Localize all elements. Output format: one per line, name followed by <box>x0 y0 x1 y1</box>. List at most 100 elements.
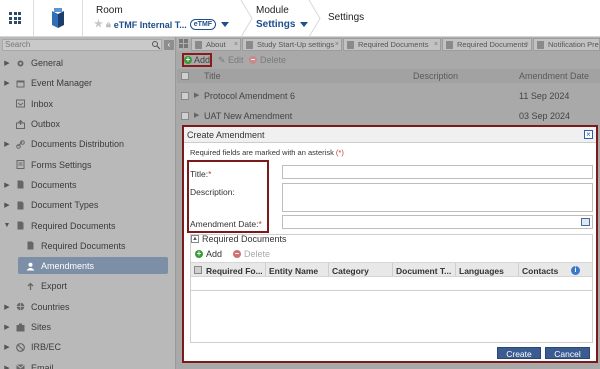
page-icon <box>446 41 453 49</box>
gear-icon <box>14 59 26 68</box>
close-icon[interactable]: × <box>584 130 593 139</box>
sidebar-item-required-documents-child[interactable]: Required Documents <box>0 236 175 256</box>
required-documents-grid-header: Required Fo... Entity Name Category Docu… <box>191 262 592 277</box>
expand-icon[interactable]: ▶ <box>194 91 199 99</box>
tabs-menu-icon[interactable] <box>179 39 189 49</box>
chevron-right-icon[interactable]: ▶ <box>0 303 14 311</box>
star-icon[interactable]: ★ <box>94 19 103 30</box>
search-input[interactable]: Search <box>2 39 162 51</box>
chevron-right-icon[interactable]: ▶ <box>0 59 14 67</box>
chevron-right-icon[interactable]: ▶ <box>0 79 14 87</box>
top-bar: Room ★ 🔒︎ eTMF Internal T... eTMF Module… <box>0 0 600 37</box>
dialog-title-bar: Create Amendment <box>184 127 596 143</box>
delete-required-document-button[interactable]: – Delete <box>233 249 270 259</box>
module-selector[interactable]: Settings <box>256 19 309 30</box>
column-separator <box>265 263 266 276</box>
sidebar-item-forms-settings[interactable]: Forms Settings <box>0 154 175 174</box>
sidebar-item-countries[interactable]: ▶ Countries <box>0 297 175 317</box>
chevron-right-icon[interactable]: ▶ <box>0 323 14 331</box>
select-all-checkbox[interactable] <box>194 266 202 274</box>
column-title[interactable]: Title <box>204 71 221 81</box>
create-button[interactable]: Create <box>497 347 541 359</box>
sidebar-item-required-documents[interactable]: ▼ Required Documents <box>0 215 175 235</box>
sidebar-item-email[interactable]: ▶ Email <box>0 357 175 369</box>
add-button[interactable]: + Add <box>182 53 212 67</box>
sidebar-item-amendments-child[interactable]: Amendments <box>0 256 175 276</box>
sidebar-item-export-child[interactable]: Export <box>0 276 175 296</box>
delete-button[interactable]: – Delete <box>249 55 286 65</box>
app-grid-icon[interactable] <box>9 12 21 24</box>
column-required-for[interactable]: Required Fo... <box>206 266 263 276</box>
calendar-icon[interactable] <box>581 218 590 226</box>
edit-button[interactable]: ✎ Edit <box>218 55 244 66</box>
tab-study-start-up-settings[interactable]: Study Start-Up settings × <box>242 38 342 51</box>
sidebar-item-label: Sites <box>31 322 52 332</box>
column-separator <box>328 263 329 276</box>
amendment-date-field[interactable] <box>282 215 593 229</box>
column-entity-name[interactable]: Entity Name <box>269 266 318 276</box>
search-icon[interactable] <box>151 40 161 50</box>
close-icon[interactable]: × <box>234 39 238 50</box>
column-description[interactable]: Description <box>413 71 458 81</box>
sidebar-item-irb-ec[interactable]: ▶ IRB/EC <box>0 337 175 357</box>
description-label: Description: <box>190 187 235 197</box>
column-languages[interactable]: Languages <box>459 266 504 276</box>
required-documents-section: ▲ Required Documents + Add – Delete Requ… <box>190 234 593 291</box>
column-category[interactable]: Category <box>332 266 369 276</box>
room-selector[interactable]: ★ 🔒︎ eTMF Internal T... eTMF <box>94 19 230 30</box>
table-row[interactable]: ▶ UAT New Amendment 03 Sep 2024 <box>177 106 600 126</box>
tab-required-documents-2[interactable]: Required Documents × <box>442 38 532 51</box>
sidebar-item-documents-distribution[interactable]: ▶ Documents Distribution <box>0 134 175 154</box>
description-field[interactable] <box>282 183 593 212</box>
column-separator <box>455 263 456 276</box>
chevron-right-icon[interactable]: ▶ <box>0 181 14 189</box>
title-field[interactable] <box>282 165 593 179</box>
tab-about[interactable]: About × <box>191 38 241 51</box>
collapse-icon[interactable]: ▲ <box>191 235 199 243</box>
close-icon[interactable]: × <box>434 39 438 50</box>
sidebar-item-outbox[interactable]: Outbox <box>0 114 175 134</box>
chevron-right-icon[interactable]: ▶ <box>0 201 14 209</box>
chevron-down-icon <box>221 22 230 27</box>
row-checkbox[interactable] <box>181 112 189 120</box>
tab-notification-preferences[interactable]: Notification Prefe <box>533 38 600 51</box>
sidebar-item-documents[interactable]: ▶ Documents <box>0 175 175 195</box>
sidebar-item-sites[interactable]: ▶ Sites <box>0 317 175 337</box>
sidebar-item-document-types[interactable]: ▶ Document Types <box>0 195 175 215</box>
column-separator <box>518 263 519 276</box>
sidebar-item-general[interactable]: ▶ General <box>0 53 175 73</box>
globe-icon <box>14 302 26 311</box>
collapse-sidebar-icon[interactable]: ‹ <box>164 40 174 50</box>
column-separator <box>392 263 393 276</box>
module-label: Module <box>256 5 289 16</box>
cancel-button[interactable]: Cancel <box>545 347 590 359</box>
breadcrumb-separator-icon <box>240 0 253 37</box>
amendment-date-label: Amendment Date:* <box>190 219 262 229</box>
info-icon[interactable]: i <box>571 266 580 275</box>
row-checkbox[interactable] <box>181 92 189 100</box>
chevron-down-icon[interactable]: ▼ <box>0 222 14 229</box>
tab-required-documents[interactable]: Required Documents × <box>343 38 441 51</box>
chevron-right-icon[interactable]: ▶ <box>0 343 14 351</box>
chevron-right-icon[interactable]: ▶ <box>0 140 14 148</box>
sidebar-item-inbox[interactable]: Inbox <box>0 94 175 114</box>
select-all-checkbox[interactable] <box>181 72 189 80</box>
close-icon[interactable]: × <box>525 39 529 50</box>
document-type-icon <box>14 201 26 210</box>
column-document-type[interactable]: Document T... <box>396 266 451 276</box>
dialog-title: Create Amendment <box>187 130 265 140</box>
export-icon <box>24 282 36 291</box>
divider <box>33 0 34 37</box>
add-required-document-button[interactable]: Add <box>206 249 222 259</box>
sidebar-item-label: Required Documents <box>41 240 126 251</box>
sidebar-item-event-manager[interactable]: ▶ Event Manager <box>0 73 175 93</box>
sidebar-item-label: Event Manager <box>31 78 93 89</box>
column-contacts[interactable]: Contacts <box>522 266 558 276</box>
close-icon[interactable]: × <box>335 39 339 50</box>
chevron-right-icon[interactable]: ▶ <box>0 364 14 369</box>
table-row[interactable]: ▶ Protocol Amendment 6 11 Sep 2024 <box>177 86 600 106</box>
inbox-icon <box>14 99 26 108</box>
expand-icon[interactable]: ▶ <box>194 111 199 119</box>
sidebar-item-label: Required Documents <box>31 220 116 231</box>
column-amendment-date[interactable]: Amendment Date <box>519 71 589 81</box>
